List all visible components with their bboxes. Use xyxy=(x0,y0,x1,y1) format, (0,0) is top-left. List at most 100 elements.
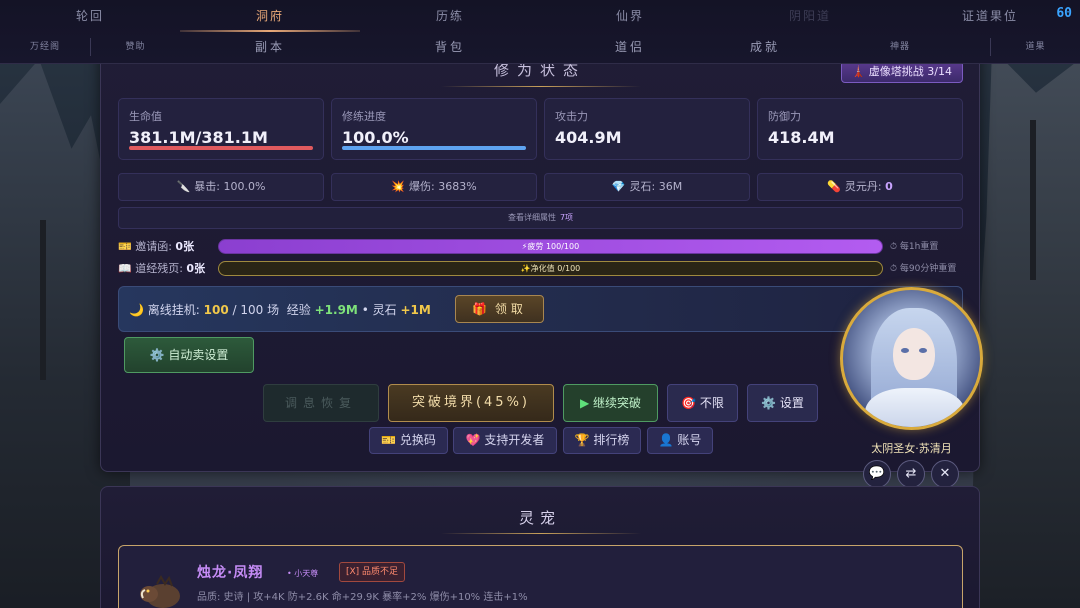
gift-icon: 🎁 xyxy=(472,302,488,316)
gear-icon: ⚙️ xyxy=(149,348,165,362)
target-icon: 🎯 xyxy=(681,396,697,410)
leaderboard-button[interactable]: 🏆 排行榜 xyxy=(563,427,641,454)
stat-card-progress: 修练进度 100.0% xyxy=(331,98,537,160)
ticket-icon: 🎫 xyxy=(381,433,397,447)
spirit-pet-panel: 灵宠 烛龙·凤翔 • 小天尊 [X] 品质不足 品质: 史诗 | 攻+4K 防+… xyxy=(100,486,980,608)
crit-rate-card: 🔪 暴击: 100.0% xyxy=(118,173,324,201)
crit-damage-card: 💥 爆伤: 3683% xyxy=(331,173,537,201)
companion-avatar[interactable] xyxy=(840,287,983,430)
settings-button[interactable]: ⚙️ 设置 xyxy=(747,384,818,422)
tower-challenge-badge[interactable]: 🗼 虚像塔挑战 3/14 xyxy=(840,61,963,83)
hp-bar xyxy=(129,146,313,150)
breakthrough-button[interactable]: 突破境界(45%) xyxy=(388,384,554,422)
mini-label: 灵元丹: xyxy=(844,180,882,193)
explosion-icon: 💥 xyxy=(391,180,406,193)
tower-badge-text: 虚像塔挑战 3/14 xyxy=(868,65,952,78)
avatar-face xyxy=(893,328,935,380)
mini-value: 3683% xyxy=(438,180,477,193)
fatigue-bar: ⚡疲劳 100/100 xyxy=(218,239,883,254)
subtab-achievements[interactable]: 成就 xyxy=(720,32,810,62)
account-button[interactable]: 👤 账号 xyxy=(647,427,713,454)
ticket-icon: 🎫 xyxy=(118,240,132,253)
tab-samsara[interactable]: 轮回 xyxy=(0,0,180,32)
stat-card-attack: 攻击力 404.9M xyxy=(544,98,750,160)
pet-description: 品质: 史诗 | 攻+4K 防+2.6K 命+29.9K 暴率+2% 爆伤+10… xyxy=(197,592,528,603)
chat-icon[interactable]: 💬 xyxy=(863,460,891,488)
purification-bar: ✨净化值 0/100 xyxy=(218,261,883,276)
subtab-partner[interactable]: 道侣 xyxy=(540,32,720,62)
book-icon: 📖 xyxy=(118,262,132,275)
pet-card[interactable]: 烛龙·凤翔 • 小天尊 [X] 品质不足 品质: 史诗 | 攻+4K 防+2.6… xyxy=(118,545,963,608)
pet-panel-title: 灵宠 xyxy=(518,509,561,527)
stat-card-hp: 生命值 381.1M/381.1M xyxy=(118,98,324,160)
cultivation-status-panel: 修为状态 🗼 虚像塔挑战 3/14 生命值 381.1M/381.1M 修练进度… xyxy=(100,40,980,472)
tree xyxy=(1030,120,1036,280)
progress-bar xyxy=(342,146,526,150)
subtab-artifact[interactable]: 神器 xyxy=(810,32,990,62)
subtab-dao-fruit[interactable]: 道果 xyxy=(991,32,1080,62)
mini-label: 暴击: xyxy=(194,180,220,193)
stat-value: 381.1M/381.1M xyxy=(129,128,268,147)
quality-warning-badge: [X] 品质不足 xyxy=(339,562,406,582)
companion-name: 太阴圣女·苏清月 xyxy=(871,442,952,455)
top-navigation: 轮回 洞府 历练 仙界 阴阳道 证道果位 60 万经阁 赞助 副本 背包 道侣 … xyxy=(0,0,1080,64)
tab-training[interactable]: 历练 xyxy=(360,0,540,32)
fatigue-reset: ⏱ 每1h重置 xyxy=(890,242,939,252)
stat-label: 防御力 xyxy=(768,110,801,123)
stat-label: 生命值 xyxy=(129,110,162,123)
tower-icon: 🗼 xyxy=(851,65,866,78)
subtab-bag[interactable]: 背包 xyxy=(360,32,540,62)
title-underline xyxy=(441,533,641,534)
scripture-label: 📖 道经残页: 0张 xyxy=(118,262,206,275)
mini-value: 0 xyxy=(885,180,893,193)
offline-summary: 🌙 离线挂机: 100 / 100 场 经验 +1.9M • 灵石 +1M xyxy=(129,303,431,317)
subtab-sponsor[interactable]: 赞助 xyxy=(91,32,180,62)
redeem-code-button[interactable]: 🎫 兑换码 xyxy=(369,427,448,454)
avatar-eye xyxy=(919,348,927,353)
invitation-label: 🎫 邀请函: 0张 xyxy=(118,240,195,253)
mountain-right xyxy=(970,48,1080,608)
stat-label: 攻击力 xyxy=(555,110,588,123)
tab-cave[interactable]: 洞府 xyxy=(180,0,360,32)
pill-icon: 💊 xyxy=(827,180,841,193)
mini-label: 爆伤: xyxy=(409,180,435,193)
view-details-button[interactable]: 查看详细属性 7项 xyxy=(118,207,963,229)
gear-icon: ⚙️ xyxy=(761,396,777,410)
avatar-robe xyxy=(865,388,965,427)
invitation-row: 🎫 邀请函: 0张 ⚡疲劳 100/100 ⏱ 每1h重置 xyxy=(118,239,963,255)
knife-icon: 🔪 xyxy=(176,180,191,193)
detail-label: 查看详细属性 xyxy=(507,213,556,222)
heart-icon: 💖 xyxy=(465,433,481,447)
moon-icon: 🌙 xyxy=(129,303,144,317)
unlimited-button[interactable]: 🎯 不限 xyxy=(667,384,738,422)
stat-value: 100.0% xyxy=(342,128,409,147)
stat-value: 418.4M xyxy=(768,128,835,147)
swap-icon[interactable]: ⇄ xyxy=(897,460,925,488)
subtab-dungeon[interactable]: 副本 xyxy=(180,32,360,62)
support-developer-button[interactable]: 💖 支持开发者 xyxy=(453,427,557,454)
avatar-eye xyxy=(901,348,909,353)
close-icon[interactable]: ✕ xyxy=(931,460,959,488)
boar-icon xyxy=(140,574,180,608)
claim-button[interactable]: 🎁 领取 xyxy=(455,295,544,323)
fps-counter: 60 xyxy=(1056,6,1072,21)
play-icon: ▶ xyxy=(579,396,590,410)
tab-dao-fruit-rank[interactable]: 证道果位 xyxy=(900,0,1080,32)
tab-yin-yang[interactable]: 阴阳道 xyxy=(720,0,900,32)
stat-label: 修练进度 xyxy=(342,110,386,123)
title-underline xyxy=(441,86,641,87)
subtab-scripture-hall[interactable]: 万经阁 xyxy=(0,32,90,62)
tree xyxy=(40,220,46,380)
gem-icon: 💎 xyxy=(611,180,626,193)
stat-value: 404.9M xyxy=(555,128,622,147)
pet-name: 烛龙·凤翔 xyxy=(197,565,264,581)
purification-reset: ⏱ 每90分钟重置 xyxy=(890,264,957,274)
detail-count: 7项 xyxy=(559,213,574,222)
rest-recover-button[interactable]: 调息恢复 xyxy=(263,384,379,422)
tab-immortal-realm[interactable]: 仙界 xyxy=(540,0,720,32)
auto-sell-settings-button[interactable]: ⚙️ 自动卖设置 xyxy=(124,337,254,373)
spirit-pill-card: 💊 灵元丹: 0 xyxy=(757,173,963,201)
scripture-row: 📖 道经残页: 0张 ✨净化值 0/100 ⏱ 每90分钟重置 xyxy=(118,261,963,277)
continue-breakthrough-button[interactable]: ▶ 继续突破 xyxy=(563,384,658,422)
mini-value: 36M xyxy=(658,180,683,193)
